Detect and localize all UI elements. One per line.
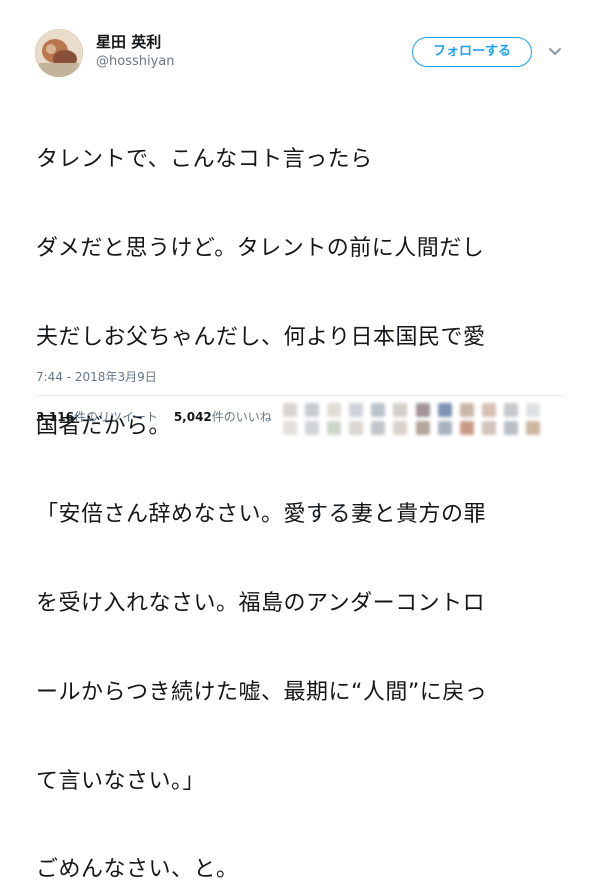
liker-avatar[interactable] bbox=[416, 421, 430, 435]
liker-avatar[interactable] bbox=[482, 421, 496, 435]
liker-avatar[interactable] bbox=[283, 421, 297, 435]
retweet-count-value: 3,116 bbox=[36, 410, 74, 424]
liker-avatar[interactable] bbox=[526, 421, 540, 435]
chevron-down-icon[interactable] bbox=[545, 41, 565, 61]
tweet-line: ごめんなさい、と。 bbox=[36, 857, 239, 883]
retweet-count[interactable]: 3,116件のリツイート bbox=[36, 408, 158, 425]
tweet-text: タレントで、こんなコト言ったら ダメだと思うけど。タレントの前に人間だし 夫だし… bbox=[36, 86, 576, 886]
liker-avatar[interactable] bbox=[371, 421, 385, 435]
like-count-value: 5,042 bbox=[173, 410, 212, 424]
tweet-line: 「安倍さん辞めなさい。愛する妻と貴方の罪 bbox=[36, 502, 487, 528]
tweet-line: を受け入れなさい。福島のアンダーコントロ bbox=[36, 591, 486, 617]
tweet-line: ールからつき続けた嘘、最期に“人間”に戻っ bbox=[36, 679, 488, 705]
liker-avatar[interactable] bbox=[460, 421, 474, 435]
liker-avatar[interactable] bbox=[371, 403, 385, 417]
liker-avatar[interactable] bbox=[305, 421, 319, 435]
tweet-line: タレントで、こんなコト言ったら bbox=[36, 147, 373, 173]
display-name[interactable]: 星田 英利 bbox=[96, 31, 161, 52]
tweet-stats: 3,116件のリツイート 5,042件のいいね bbox=[36, 408, 284, 425]
user-avatar[interactable] bbox=[35, 29, 83, 77]
liker-avatar[interactable] bbox=[305, 403, 319, 417]
tweet-timestamp[interactable]: 7:44 - 2018年3月9日 bbox=[36, 368, 157, 385]
tweet-line: ダメだと思うけど。タレントの前に人間だし bbox=[36, 235, 485, 261]
liker-avatar[interactable] bbox=[416, 403, 430, 417]
liker-avatar[interactable] bbox=[327, 421, 341, 435]
liker-avatar[interactable] bbox=[327, 403, 341, 417]
retweet-count-label: 件のリツイート bbox=[73, 410, 158, 424]
liker-avatar[interactable] bbox=[393, 403, 407, 417]
user-handle[interactable]: @hosshiyan bbox=[96, 54, 175, 69]
liker-avatar[interactable] bbox=[460, 403, 474, 417]
liker-avatar[interactable] bbox=[349, 421, 363, 435]
divider bbox=[36, 395, 564, 396]
liker-avatar[interactable] bbox=[349, 403, 363, 417]
liker-avatar[interactable] bbox=[438, 421, 452, 435]
like-count[interactable]: 5,042件のいいね bbox=[174, 408, 272, 425]
like-count-label: 件のいいね bbox=[211, 410, 272, 424]
follow-button[interactable]: フォローする bbox=[412, 37, 532, 67]
liker-avatar[interactable] bbox=[438, 403, 452, 417]
liker-avatar[interactable] bbox=[526, 403, 540, 417]
liker-avatar[interactable] bbox=[482, 403, 496, 417]
liker-avatar[interactable] bbox=[504, 403, 518, 417]
liker-avatar[interactable] bbox=[283, 403, 297, 417]
liker-avatar[interactable] bbox=[393, 421, 407, 435]
liker-avatar[interactable] bbox=[504, 421, 518, 435]
tweet-line: て言いなさい。」 bbox=[36, 768, 206, 794]
tweet-line: 夫だしお父ちゃんだし、何より日本国民で愛 bbox=[36, 324, 486, 350]
